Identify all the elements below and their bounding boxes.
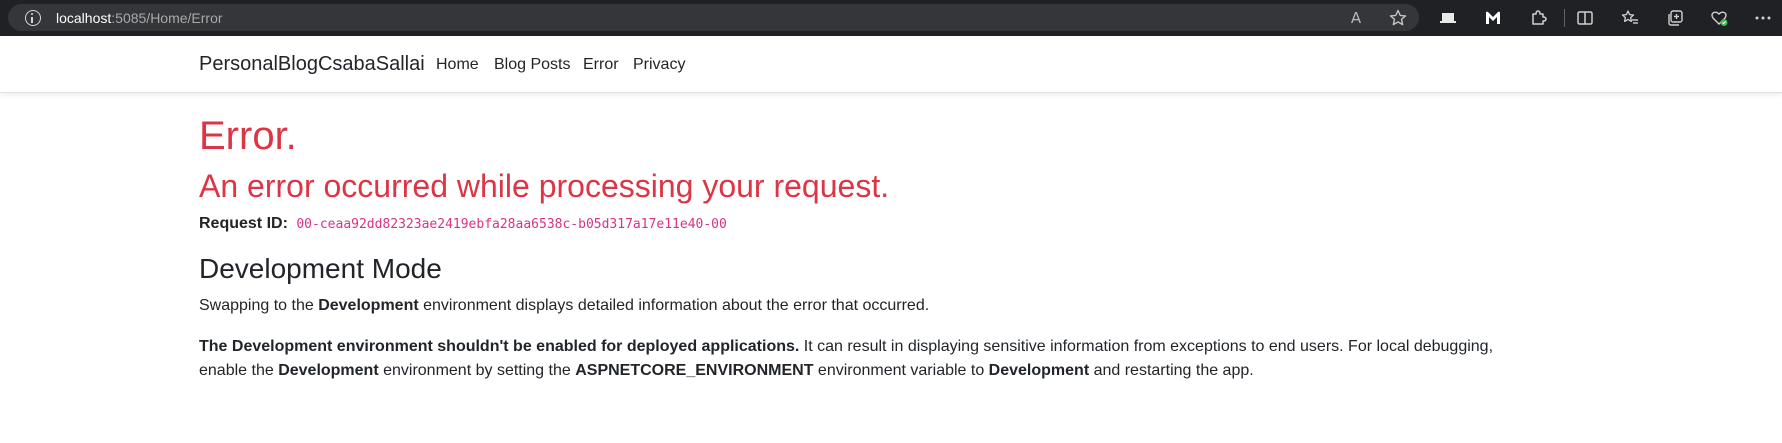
read-aloud-label: A (1350, 9, 1362, 27)
extensions-puzzle-icon[interactable] (1528, 8, 1548, 28)
malwarebytes-icon[interactable] (1483, 8, 1503, 28)
browser-essentials-icon[interactable] (1709, 8, 1729, 28)
split-screen-icon[interactable] (1575, 8, 1595, 28)
warning-text-2: environment by setting the (378, 362, 576, 379)
info-icon[interactable] (25, 10, 41, 26)
development-warning: The Development environment shouldn't be… (199, 335, 1509, 383)
error-subtitle: An error occurred while processing your … (199, 168, 890, 204)
nav-link-error[interactable]: Error (583, 55, 619, 75)
more-icon[interactable] (1753, 8, 1773, 28)
read-aloud-icon[interactable]: A (1346, 8, 1366, 28)
url-text[interactable]: localhost:5085/Home/Error (56, 9, 223, 27)
collections-icon[interactable] (1665, 8, 1685, 28)
request-id-line: Request ID: 00-ceaa92dd82323ae2419ebfa28… (199, 214, 727, 235)
para1-post: environment displays detailed informatio… (418, 297, 930, 314)
nav-link-home[interactable]: Home (436, 55, 479, 75)
error-title: Error. (199, 114, 297, 158)
nav-link-privacy[interactable]: Privacy (633, 55, 685, 75)
favorite-star-icon[interactable] (1388, 8, 1408, 28)
warning-text-4: and restarting the app. (1089, 362, 1254, 379)
para1-pre: Swapping to the (199, 297, 319, 314)
development-mode-heading: Development Mode (199, 253, 442, 284)
development-mode-description: Swapping to the Development environment … (199, 296, 929, 316)
site-navbar: PersonalBlogCsabaSallai Home Blog Posts … (0, 36, 1782, 93)
request-id-label: Request ID: (199, 215, 288, 232)
warning-env-2: Development (988, 362, 1090, 379)
request-id-value: 00-ceaa92dd82323ae2419ebfa28aa6538c-b05d… (296, 217, 727, 232)
url-host: localhost (56, 10, 112, 26)
para1-bold: Development (318, 297, 419, 314)
nav-link-blog-posts[interactable]: Blog Posts (494, 55, 570, 75)
warning-bold: The Development environment shouldn't be… (199, 338, 800, 355)
warning-env-var: ASPNETCORE_ENVIRONMENT (575, 362, 814, 379)
toolbar-divider (1564, 9, 1565, 27)
browser-toolbar: localhost:5085/Home/Error A (0, 0, 1782, 36)
warning-text-3: environment variable to (813, 362, 989, 379)
favorites-icon[interactable] (1620, 8, 1640, 28)
warning-env-1: Development (278, 362, 379, 379)
navbar-brand[interactable]: PersonalBlogCsabaSallai (199, 52, 425, 76)
extension-laptop-icon[interactable] (1438, 8, 1458, 28)
url-path: :5085/Home/Error (111, 10, 223, 26)
